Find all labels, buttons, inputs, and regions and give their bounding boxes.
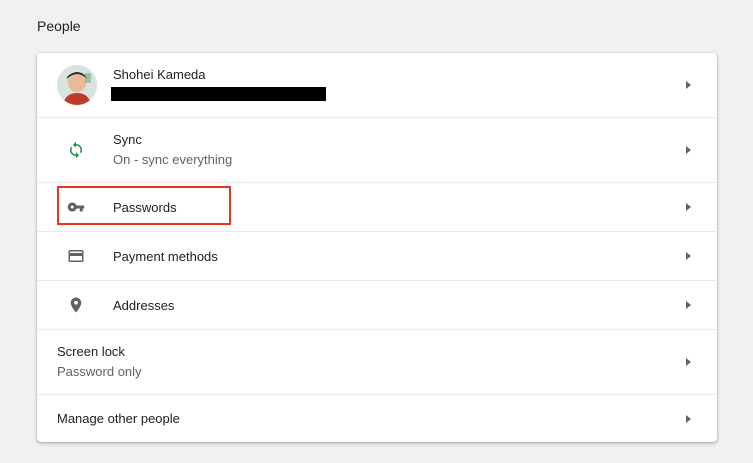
people-card: Shohei Kameda Sync On - sync everything … bbox=[37, 53, 717, 442]
chevron-right-icon bbox=[686, 415, 691, 423]
chevron-right-icon bbox=[686, 146, 691, 154]
payment-methods-row[interactable]: Payment methods bbox=[37, 232, 717, 281]
location-pin-icon bbox=[61, 293, 91, 317]
manage-other-people-label: Manage other people bbox=[57, 411, 180, 426]
sync-label: Sync bbox=[113, 132, 142, 147]
passwords-row[interactable]: Passwords bbox=[37, 183, 717, 232]
account-row[interactable]: Shohei Kameda bbox=[37, 53, 717, 118]
sync-icon bbox=[61, 138, 91, 162]
screen-lock-row[interactable]: Screen lock Password only bbox=[37, 330, 717, 395]
avatar bbox=[57, 65, 97, 105]
payment-methods-label: Payment methods bbox=[113, 249, 218, 264]
sync-row[interactable]: Sync On - sync everything bbox=[37, 118, 717, 183]
chevron-right-icon bbox=[686, 252, 691, 260]
section-title: People bbox=[37, 18, 81, 34]
chevron-right-icon bbox=[686, 203, 691, 211]
manage-other-people-row[interactable]: Manage other people bbox=[37, 395, 717, 442]
screen-lock-label: Screen lock bbox=[57, 344, 125, 359]
credit-card-icon bbox=[61, 244, 91, 268]
addresses-row[interactable]: Addresses bbox=[37, 281, 717, 330]
screen-lock-sublabel: Password only bbox=[57, 364, 142, 379]
sync-sublabel: On - sync everything bbox=[113, 152, 233, 167]
key-icon bbox=[61, 195, 91, 219]
passwords-label: Passwords bbox=[113, 200, 177, 215]
chevron-right-icon bbox=[686, 81, 691, 89]
addresses-label: Addresses bbox=[113, 298, 175, 313]
chevron-right-icon bbox=[686, 301, 691, 309]
chevron-right-icon bbox=[686, 358, 691, 366]
account-name: Shohei Kameda bbox=[113, 67, 206, 82]
redacted-email bbox=[111, 87, 326, 101]
